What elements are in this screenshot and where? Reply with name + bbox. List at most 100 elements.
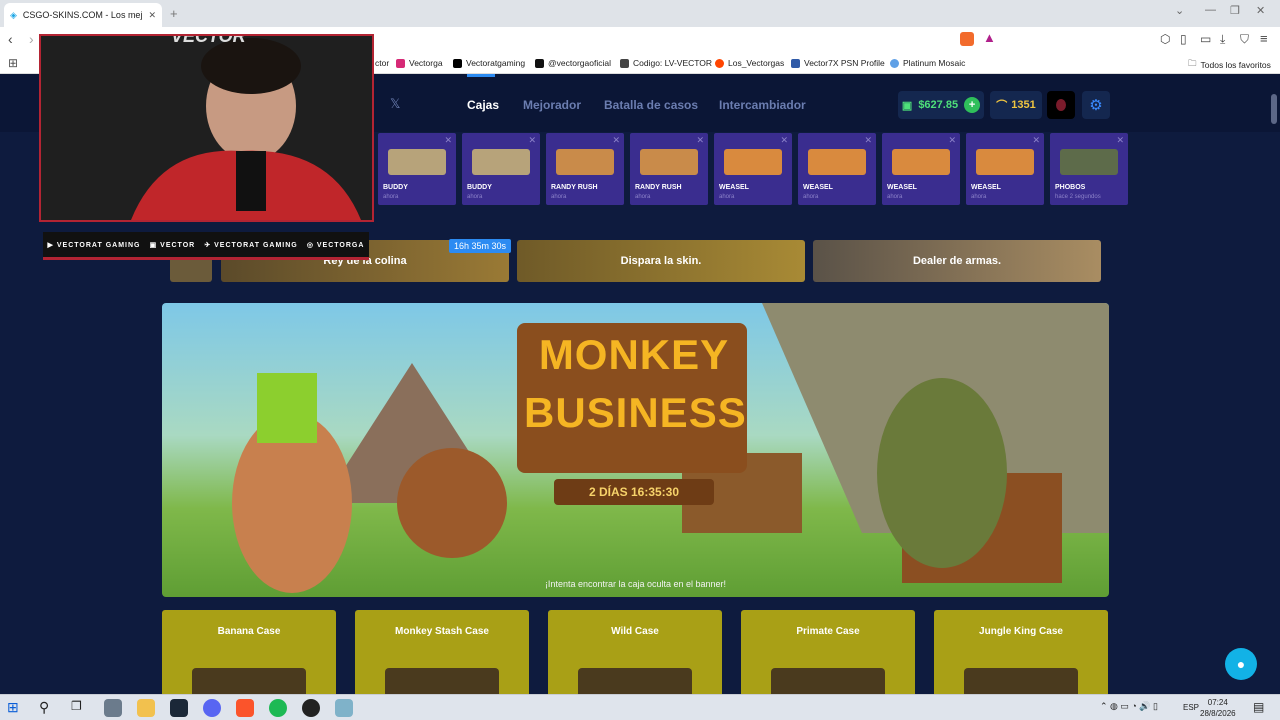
- event-banner[interactable]: MONKEY BUSINESS 2 DÍAS 16:35:30 ¡Intenta…: [162, 303, 1109, 597]
- bookmark-2[interactable]: Vectorga: [396, 58, 443, 68]
- close-window-icon[interactable]: ✕: [1256, 4, 1265, 17]
- nav-upgrader[interactable]: Mejorador: [523, 98, 581, 112]
- bookmark-label: Los_Vectorgas: [728, 58, 785, 68]
- case-card-banana[interactable]: Banana Case: [162, 610, 336, 694]
- nav-exchanger[interactable]: Intercambiador: [719, 98, 806, 112]
- chat-bubble-icon: ●: [1236, 656, 1246, 672]
- scrollbar-thumb[interactable]: [1271, 94, 1277, 124]
- discord-icon[interactable]: [203, 699, 221, 717]
- bookmark-7[interactable]: Vector7X PSN Profile: [791, 58, 885, 68]
- x-social-icon[interactable]: 𝕏: [390, 96, 400, 112]
- case-card-monkey-stash[interactable]: Monkey Stash Case: [355, 610, 529, 694]
- case-name: Jungle King Case: [979, 626, 1063, 637]
- nav-battles[interactable]: Batalla de casos: [604, 98, 698, 112]
- new-tab-icon[interactable]: +: [170, 6, 178, 21]
- youtube-icon: ▶: [47, 241, 54, 249]
- close-icon[interactable]: ✕: [528, 135, 536, 146]
- close-icon[interactable]: ✕: [696, 135, 704, 146]
- live-drop-card[interactable]: ✕ PHOBOS hace 2 segundos: [1050, 133, 1128, 205]
- bookmark-8[interactable]: Platinum Mosaic: [890, 58, 965, 68]
- close-icon[interactable]: ✕: [780, 135, 788, 146]
- drop-name: RANDY RUSH: [635, 184, 682, 191]
- weapon-skin-image: [724, 149, 782, 175]
- browser-tab-bar: ◈ CSGO-SKINS.COM - Los mejores ✕ + ⌄ — ❐…: [0, 0, 1280, 27]
- brave-shields-icon[interactable]: [960, 32, 974, 46]
- promo-label: Dispara la skin.: [620, 255, 702, 267]
- close-icon[interactable]: ✕: [948, 135, 956, 146]
- clock[interactable]: 07:24 28/8/2026: [1200, 697, 1236, 719]
- case-box-image: [964, 668, 1078, 694]
- live-drop-card[interactable]: ✕ RANDY RUSH ahora: [630, 133, 708, 205]
- gear-icon: ⚙: [1089, 97, 1103, 114]
- live-drop-card[interactable]: ✕ WEASEL ahora: [714, 133, 792, 205]
- close-icon[interactable]: ✕: [864, 135, 872, 146]
- weapon-skin-image: [472, 149, 530, 175]
- close-icon[interactable]: ✕: [444, 135, 452, 146]
- settings-button[interactable]: ⚙: [1082, 91, 1110, 119]
- wallet-icon[interactable]: ▭: [1200, 32, 1211, 46]
- case-name: Primate Case: [796, 626, 860, 637]
- promo-label: Dealer de armas.: [912, 255, 1002, 267]
- close-icon[interactable]: ✕: [1116, 135, 1124, 146]
- live-drop-card[interactable]: ✕ RANDY RUSH ahora: [546, 133, 624, 205]
- user-avatar[interactable]: [1047, 91, 1075, 119]
- case-card-jungle-king[interactable]: Jungle King Case: [934, 610, 1108, 694]
- case-card-primate[interactable]: Primate Case: [741, 610, 915, 694]
- live-drop-card[interactable]: ✕ WEASEL ahora: [798, 133, 876, 205]
- steam-icon[interactable]: [170, 699, 188, 717]
- close-icon[interactable]: ✕: [612, 135, 620, 146]
- search-icon[interactable]: ⚲: [39, 699, 57, 717]
- balance-display[interactable]: ▣ $627.85 +: [898, 91, 984, 119]
- all-favorites[interactable]: 🗀 Todos los favoritos: [1188, 58, 1271, 72]
- drop-name: RANDY RUSH: [551, 184, 598, 191]
- download-icon[interactable]: ⤓: [1220, 32, 1225, 47]
- live-drop-card[interactable]: ✕ BUDDY ahora: [462, 133, 540, 205]
- balance-value: $627.85: [918, 99, 959, 111]
- sidebar-icon[interactable]: ▯: [1180, 32, 1187, 46]
- tab-list-icon[interactable]: ⌄: [1175, 4, 1184, 17]
- browser-tab[interactable]: ◈ CSGO-SKINS.COM - Los mejores ✕: [4, 3, 162, 27]
- back-icon[interactable]: ‹: [8, 31, 13, 47]
- notifications-icon[interactable]: ▤: [1253, 700, 1264, 714]
- obs-icon[interactable]: [302, 699, 320, 717]
- language-indicator[interactable]: ESP: [1183, 703, 1199, 712]
- apps-grid-icon[interactable]: ⊞: [8, 56, 18, 70]
- drop-name: BUDDY: [383, 184, 408, 191]
- bookmark-1[interactable]: ctor: [375, 58, 389, 68]
- minimize-icon[interactable]: —: [1205, 4, 1216, 16]
- bookmark-4[interactable]: @vectorgaoficial: [535, 58, 611, 68]
- app-icon-2[interactable]: [335, 699, 353, 717]
- coins-display[interactable]: ⌒ 1351: [990, 91, 1042, 119]
- menu-icon[interactable]: ≡: [1260, 31, 1268, 46]
- windows-start-icon[interactable]: ⊞: [7, 699, 25, 717]
- bookmark-6[interactable]: Los_Vectorgas: [715, 58, 784, 68]
- social-instagram: ◎ VECTORGA: [307, 241, 365, 249]
- promo-arms-dealer[interactable]: Dealer de armas.: [813, 240, 1101, 282]
- bookmark-5[interactable]: Codigo: LV-VECTOR: [620, 58, 712, 68]
- drop-time: ahora: [551, 194, 567, 200]
- weapon-skin-image: [388, 149, 446, 175]
- nav-cases[interactable]: Cajas: [467, 98, 499, 112]
- brave-rewards-icon[interactable]: ▲: [983, 30, 996, 45]
- tray-icons[interactable]: ⌃ ◍ ▭ ◔ 🔊 ▯: [1100, 701, 1158, 712]
- live-drop-card[interactable]: ✕ WEASEL ahora: [966, 133, 1044, 205]
- bookmark-3[interactable]: Vectoratgaming: [453, 58, 525, 68]
- app-icon-1[interactable]: [104, 699, 122, 717]
- maximize-icon[interactable]: ❐: [1230, 4, 1240, 17]
- case-card-wild[interactable]: Wild Case: [548, 610, 722, 694]
- brave-icon[interactable]: [236, 699, 254, 717]
- live-drop-card[interactable]: ✕ BUDDY ahora: [378, 133, 456, 205]
- chat-button[interactable]: ●: [1225, 648, 1257, 680]
- vpn-icon[interactable]: ⛉: [1240, 32, 1249, 47]
- forward-icon[interactable]: ›: [29, 31, 34, 47]
- close-tab-icon[interactable]: ✕: [148, 10, 156, 21]
- promo-shoot-skin[interactable]: Dispara la skin.: [517, 240, 805, 282]
- deposit-button[interactable]: +: [964, 97, 981, 113]
- live-drop-card[interactable]: ✕ WEASEL ahora: [882, 133, 960, 205]
- file-explorer-icon[interactable]: [137, 699, 155, 717]
- close-icon[interactable]: ✕: [1032, 135, 1040, 146]
- all-favorites-label: Todos los favoritos: [1200, 60, 1271, 70]
- spotify-icon[interactable]: [269, 699, 287, 717]
- extensions-icon[interactable]: ⬡: [1160, 32, 1170, 46]
- task-view-icon[interactable]: ❐: [71, 699, 89, 717]
